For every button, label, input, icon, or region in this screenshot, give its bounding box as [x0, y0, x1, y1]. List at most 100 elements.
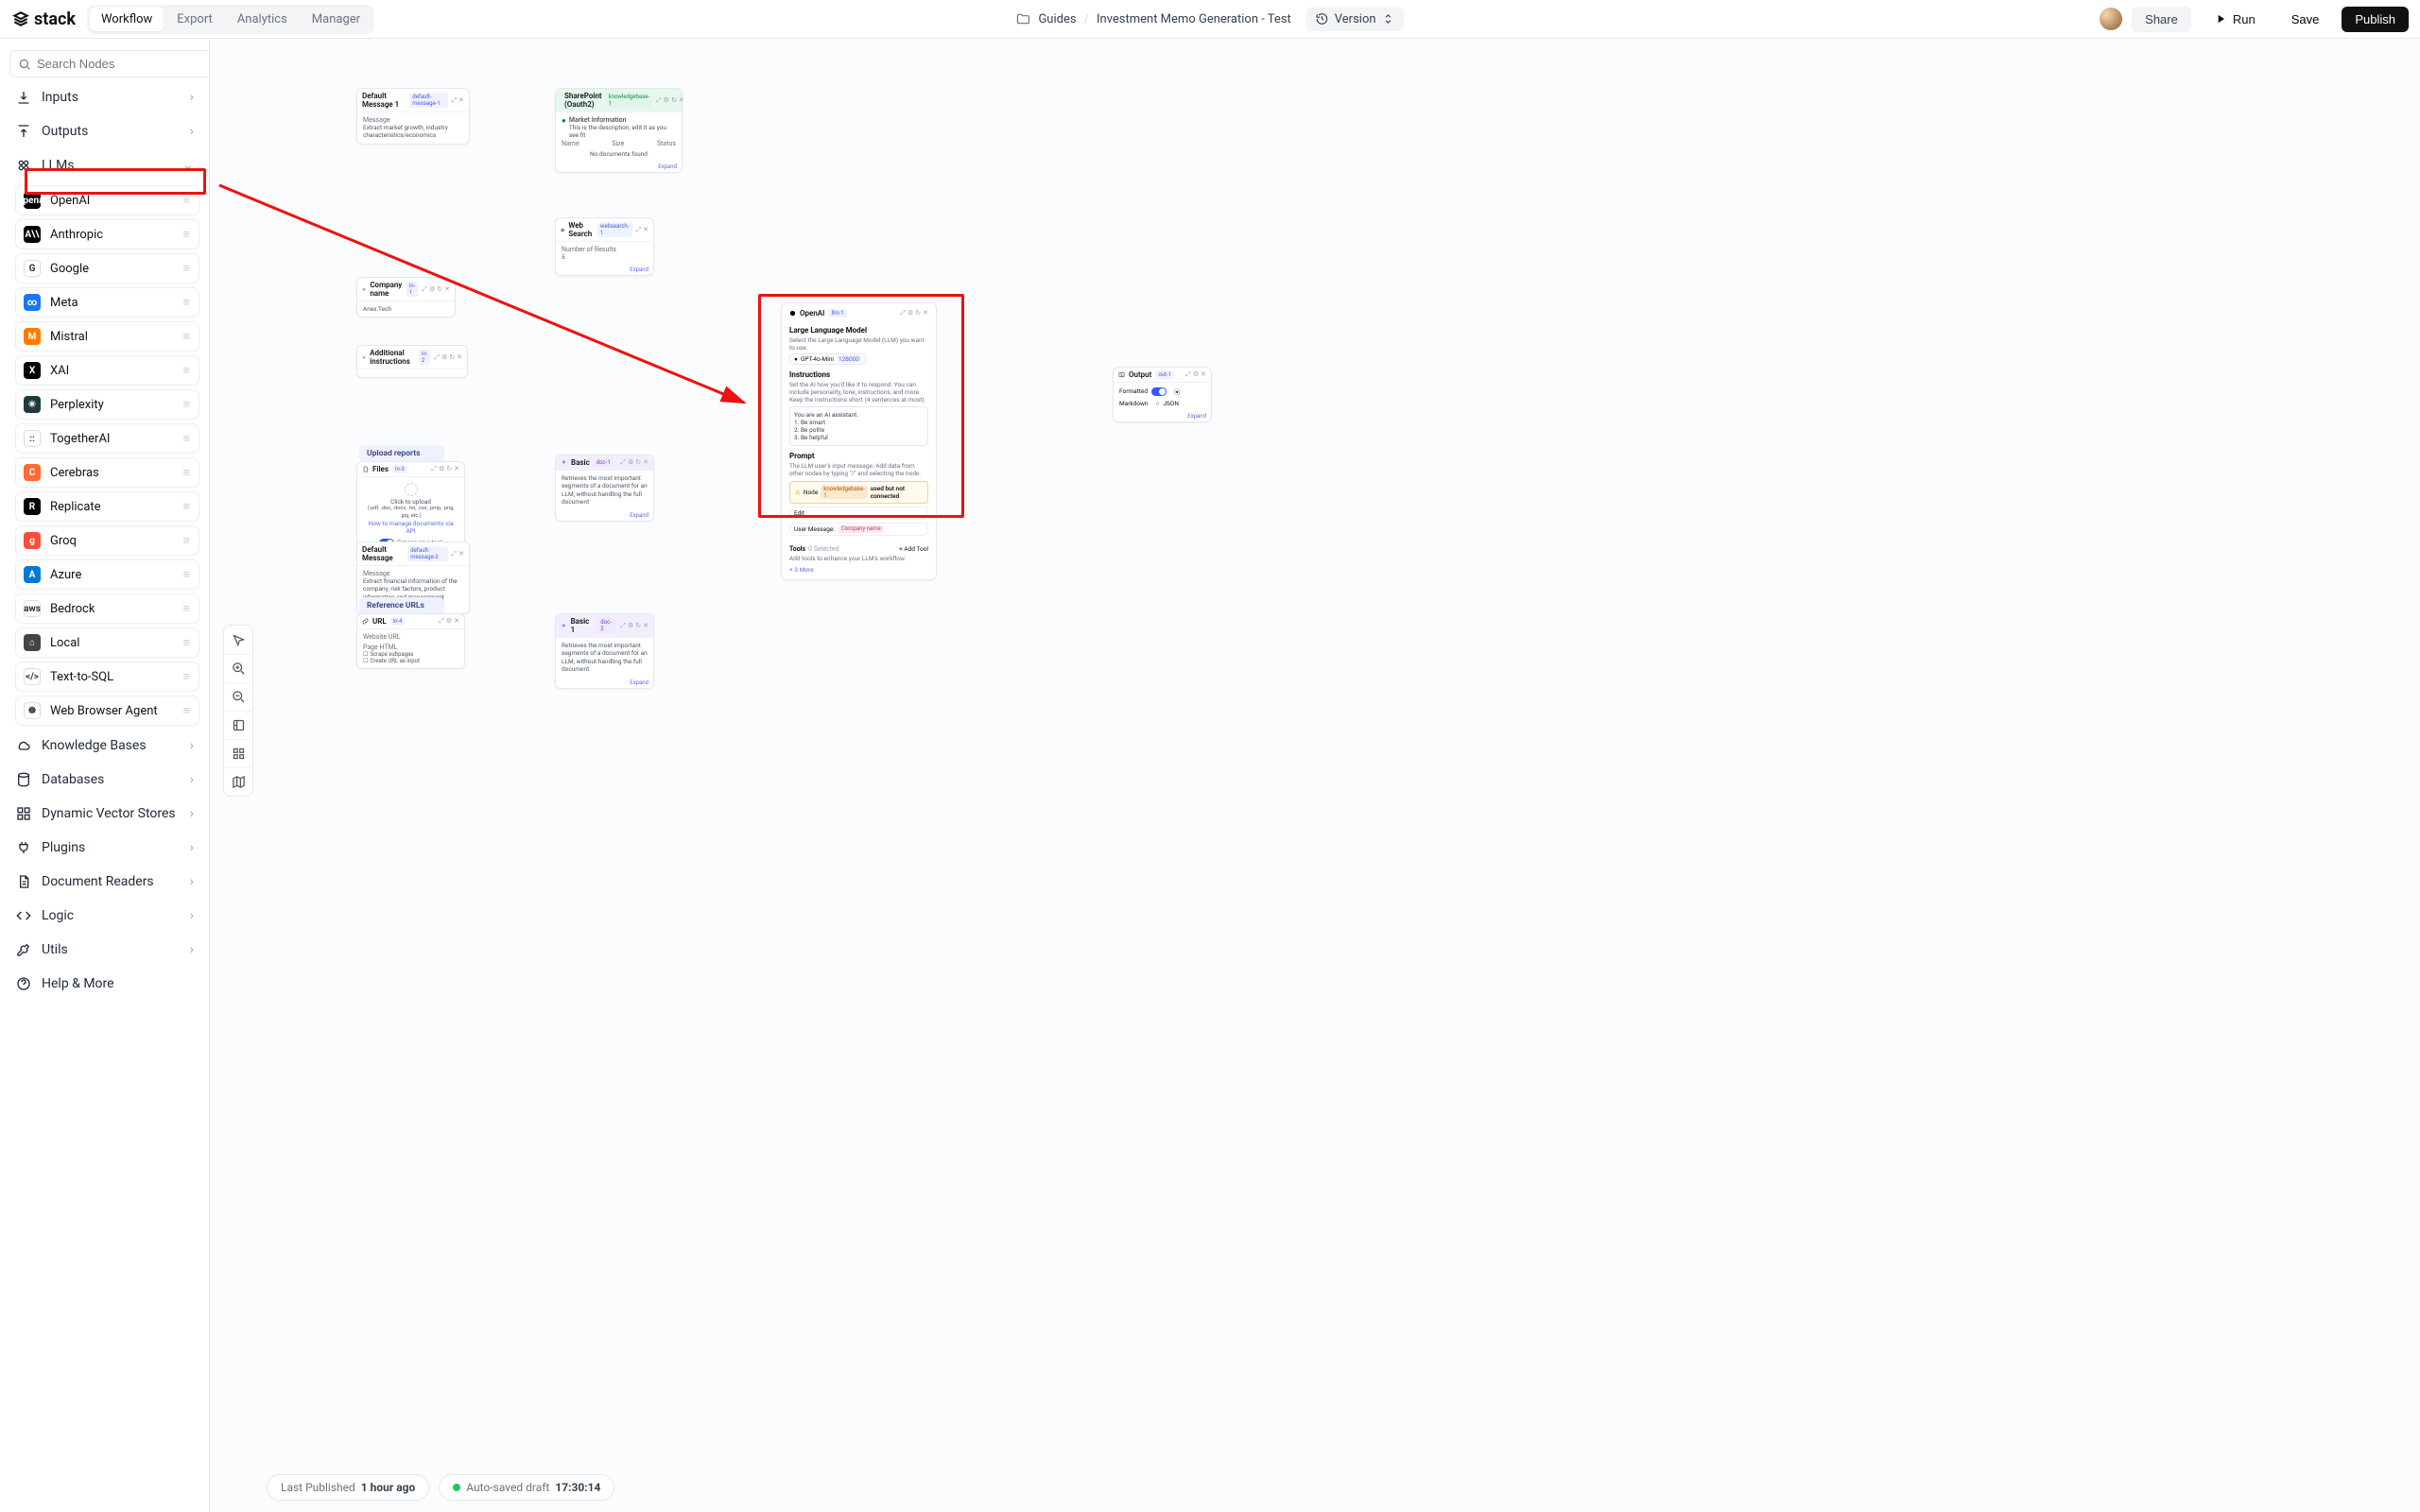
tab-workflow[interactable]: Workflow	[90, 8, 164, 31]
node-web-search[interactable]: Web Searchwebsearch-1⤢✕ Number of Result…	[555, 217, 654, 276]
llm-item-meta[interactable]: ∞Meta≡	[15, 287, 199, 318]
avatar[interactable]	[2100, 8, 2122, 30]
tool-minimap[interactable]	[224, 767, 252, 796]
add-tool-button[interactable]: + Add Tool	[899, 545, 928, 553]
brand-logo: stack	[11, 9, 76, 29]
node-additional-instructions[interactable]: Additional instructionsin-2⤢⚙↻✕	[356, 345, 468, 378]
plug-icon	[16, 840, 31, 855]
llm-item-local[interactable]: ⌂Local≡	[15, 627, 199, 658]
cat-utils[interactable]: Utils›	[9, 936, 199, 964]
instructions-box[interactable]: You are an AI assistant.1. Be smart2. Be…	[789, 406, 928, 446]
cat-dynamic-vector-stores[interactable]: Dynamic Vector Stores›	[9, 799, 199, 828]
version-dropdown[interactable]: Version	[1306, 8, 1405, 31]
tool-pointer[interactable]	[224, 626, 252, 654]
cat-logic[interactable]: Logic›	[9, 902, 199, 930]
cat-help[interactable]: Help & More	[9, 970, 199, 998]
llm-label: XAI	[50, 364, 69, 378]
cat-llms[interactable]: LLMs⌄	[9, 151, 199, 180]
llm-item-cerebras[interactable]: CCerebras≡	[15, 457, 199, 488]
top-nav: Workflow Export Analytics Manager	[87, 5, 374, 34]
cat-document-readers[interactable]: Document Readers›	[9, 868, 199, 896]
tool-fit[interactable]	[224, 711, 252, 739]
section-reference-urls: Reference URLs	[359, 597, 444, 614]
model-selector[interactable]: ●GPT-4o-Mini128000	[789, 353, 866, 365]
llm-label: Cerebras	[50, 466, 99, 480]
canvas[interactable]: Default Message 1default-message-1⤢✕ Mes…	[210, 39, 2420, 1512]
zoom-in-icon	[232, 662, 246, 676]
grip-icon: ≡	[182, 533, 191, 548]
wrench-icon	[16, 942, 31, 957]
node-company-name[interactable]: Company namein-1⤢⚙↻✕ Anex Tech	[356, 277, 456, 318]
llm-label: Local	[50, 636, 79, 650]
output-icon	[1118, 371, 1125, 378]
cerebras-icon: C	[24, 464, 41, 481]
node-default-message-1[interactable]: Default Message 1default-message-1⤢✕ Mes…	[356, 88, 470, 145]
breadcrumb-title[interactable]: Investment Memo Generation - Test	[1097, 12, 1291, 26]
cat-inputs[interactable]: Inputs›	[9, 83, 199, 112]
grip-icon: ≡	[182, 295, 191, 310]
llm-label: Google	[50, 262, 89, 276]
map-icon	[232, 775, 246, 789]
llm-label: Replicate	[50, 500, 101, 514]
share-button[interactable]: Share	[2132, 7, 2191, 32]
cat-plugins[interactable]: Plugins›	[9, 833, 199, 862]
openai-icon: openai	[24, 192, 41, 209]
zoom-out-icon	[232, 690, 246, 704]
tool-zoom-in[interactable]	[224, 654, 252, 682]
llm-item-bedrock[interactable]: awsBedrock≡	[15, 593, 199, 624]
node-output[interactable]: Outputout-1⤢⚙✕ Formatted ⦿Markdown ○JSON…	[1113, 367, 1212, 422]
llm-list: openaiOpenAI≡ A\\Anthropic≡ GGoogle≡∞Meta≡…	[9, 185, 199, 726]
node-basic-1[interactable]: Basic 1doc-2⤢⚙↻✕ Retrieves the most impo…	[555, 613, 654, 689]
help-icon	[16, 976, 31, 991]
node-openai[interactable]: OpenAI llm-1 ⤢⚙↻✕ Large Language Model S…	[781, 302, 937, 580]
formatted-toggle[interactable]	[1151, 387, 1167, 396]
llm-item-replicate[interactable]: RReplicate≡	[15, 491, 199, 522]
save-button[interactable]: Save	[2278, 7, 2333, 32]
llm-label: Web Browser Agent	[50, 704, 158, 718]
cat-knowledge-bases[interactable]: Knowledge Bases›	[9, 731, 199, 760]
breadcrumb-folder[interactable]: Guides	[1038, 12, 1076, 26]
grip-icon: ≡	[182, 669, 191, 684]
search-input-wrap[interactable]: CtrlK	[9, 50, 210, 77]
chevron-down-icon: ⌄	[182, 158, 194, 173]
cat-databases[interactable]: Databases›	[9, 765, 199, 794]
node-url[interactable]: URLin-4⤢⚙✕ Website URL Page HTML ☐Scrape…	[356, 613, 465, 669]
llm-item-groq[interactable]: gGroq≡	[15, 525, 199, 556]
llm-item-perplexity[interactable]: ✳Perplexity≡	[15, 389, 199, 420]
grip-icon: ≡	[182, 227, 191, 242]
llm-item-web-browser-agent[interactable]: ☸Web Browser Agent≡	[15, 696, 199, 726]
llm-item-google[interactable]: GGoogle≡	[15, 253, 199, 284]
file-icon	[362, 466, 369, 472]
status-bar: Last Published1 hour ago Auto-saved draf…	[267, 1474, 614, 1501]
run-button[interactable]: Run	[2201, 7, 2269, 32]
search-input[interactable]	[37, 57, 203, 71]
warning-banner: ⚠Node knowledgebase-1 used but not conne…	[789, 481, 928, 504]
llm-item-xai[interactable]: XXAI≡	[15, 355, 199, 386]
tab-analytics[interactable]: Analytics	[226, 8, 299, 31]
llm-item-togetherai[interactable]: ::TogetherAI≡	[15, 423, 199, 454]
grip-icon: ≡	[182, 431, 191, 446]
node-sharepoint[interactable]: SharePoint (Oauth2)knowledgebase-1⤢⚙↻✕ ●…	[555, 88, 683, 173]
canvas-toolbar	[223, 625, 253, 797]
llm-item-azure[interactable]: AAzure≡	[15, 559, 199, 590]
llm-label: Text-to-SQL	[50, 670, 113, 684]
node-basic[interactable]: Basicdoc-1⤢⚙↻✕ Retrieves the most import…	[555, 455, 654, 522]
llm-item-mistral[interactable]: MMistral≡	[15, 321, 199, 352]
globe-icon	[561, 227, 564, 233]
llm-item-text-to-sql[interactable]: </>Text-to-SQL≡	[15, 662, 199, 692]
llm-label: Groq	[50, 534, 77, 548]
bedrock-icon: aws	[24, 600, 41, 617]
autosave-pill: Auto-saved draft17:30:14	[439, 1474, 614, 1501]
cloud-icon	[16, 738, 31, 753]
llm-item-openai[interactable]: openaiOpenAI≡	[15, 185, 199, 215]
tab-export[interactable]: Export	[165, 8, 224, 31]
cat-outputs[interactable]: Outputs›	[9, 117, 199, 146]
llm-item-anthropic[interactable]: A\\Anthropic≡	[15, 219, 199, 249]
tab-manager[interactable]: Manager	[301, 8, 372, 31]
play-icon	[2214, 12, 2227, 26]
llm-label: Perplexity	[50, 398, 104, 412]
llm-label: Bedrock	[50, 602, 95, 616]
tool-components[interactable]	[224, 739, 252, 767]
tool-zoom-out[interactable]	[224, 682, 252, 711]
publish-button[interactable]: Publish	[2342, 7, 2409, 32]
